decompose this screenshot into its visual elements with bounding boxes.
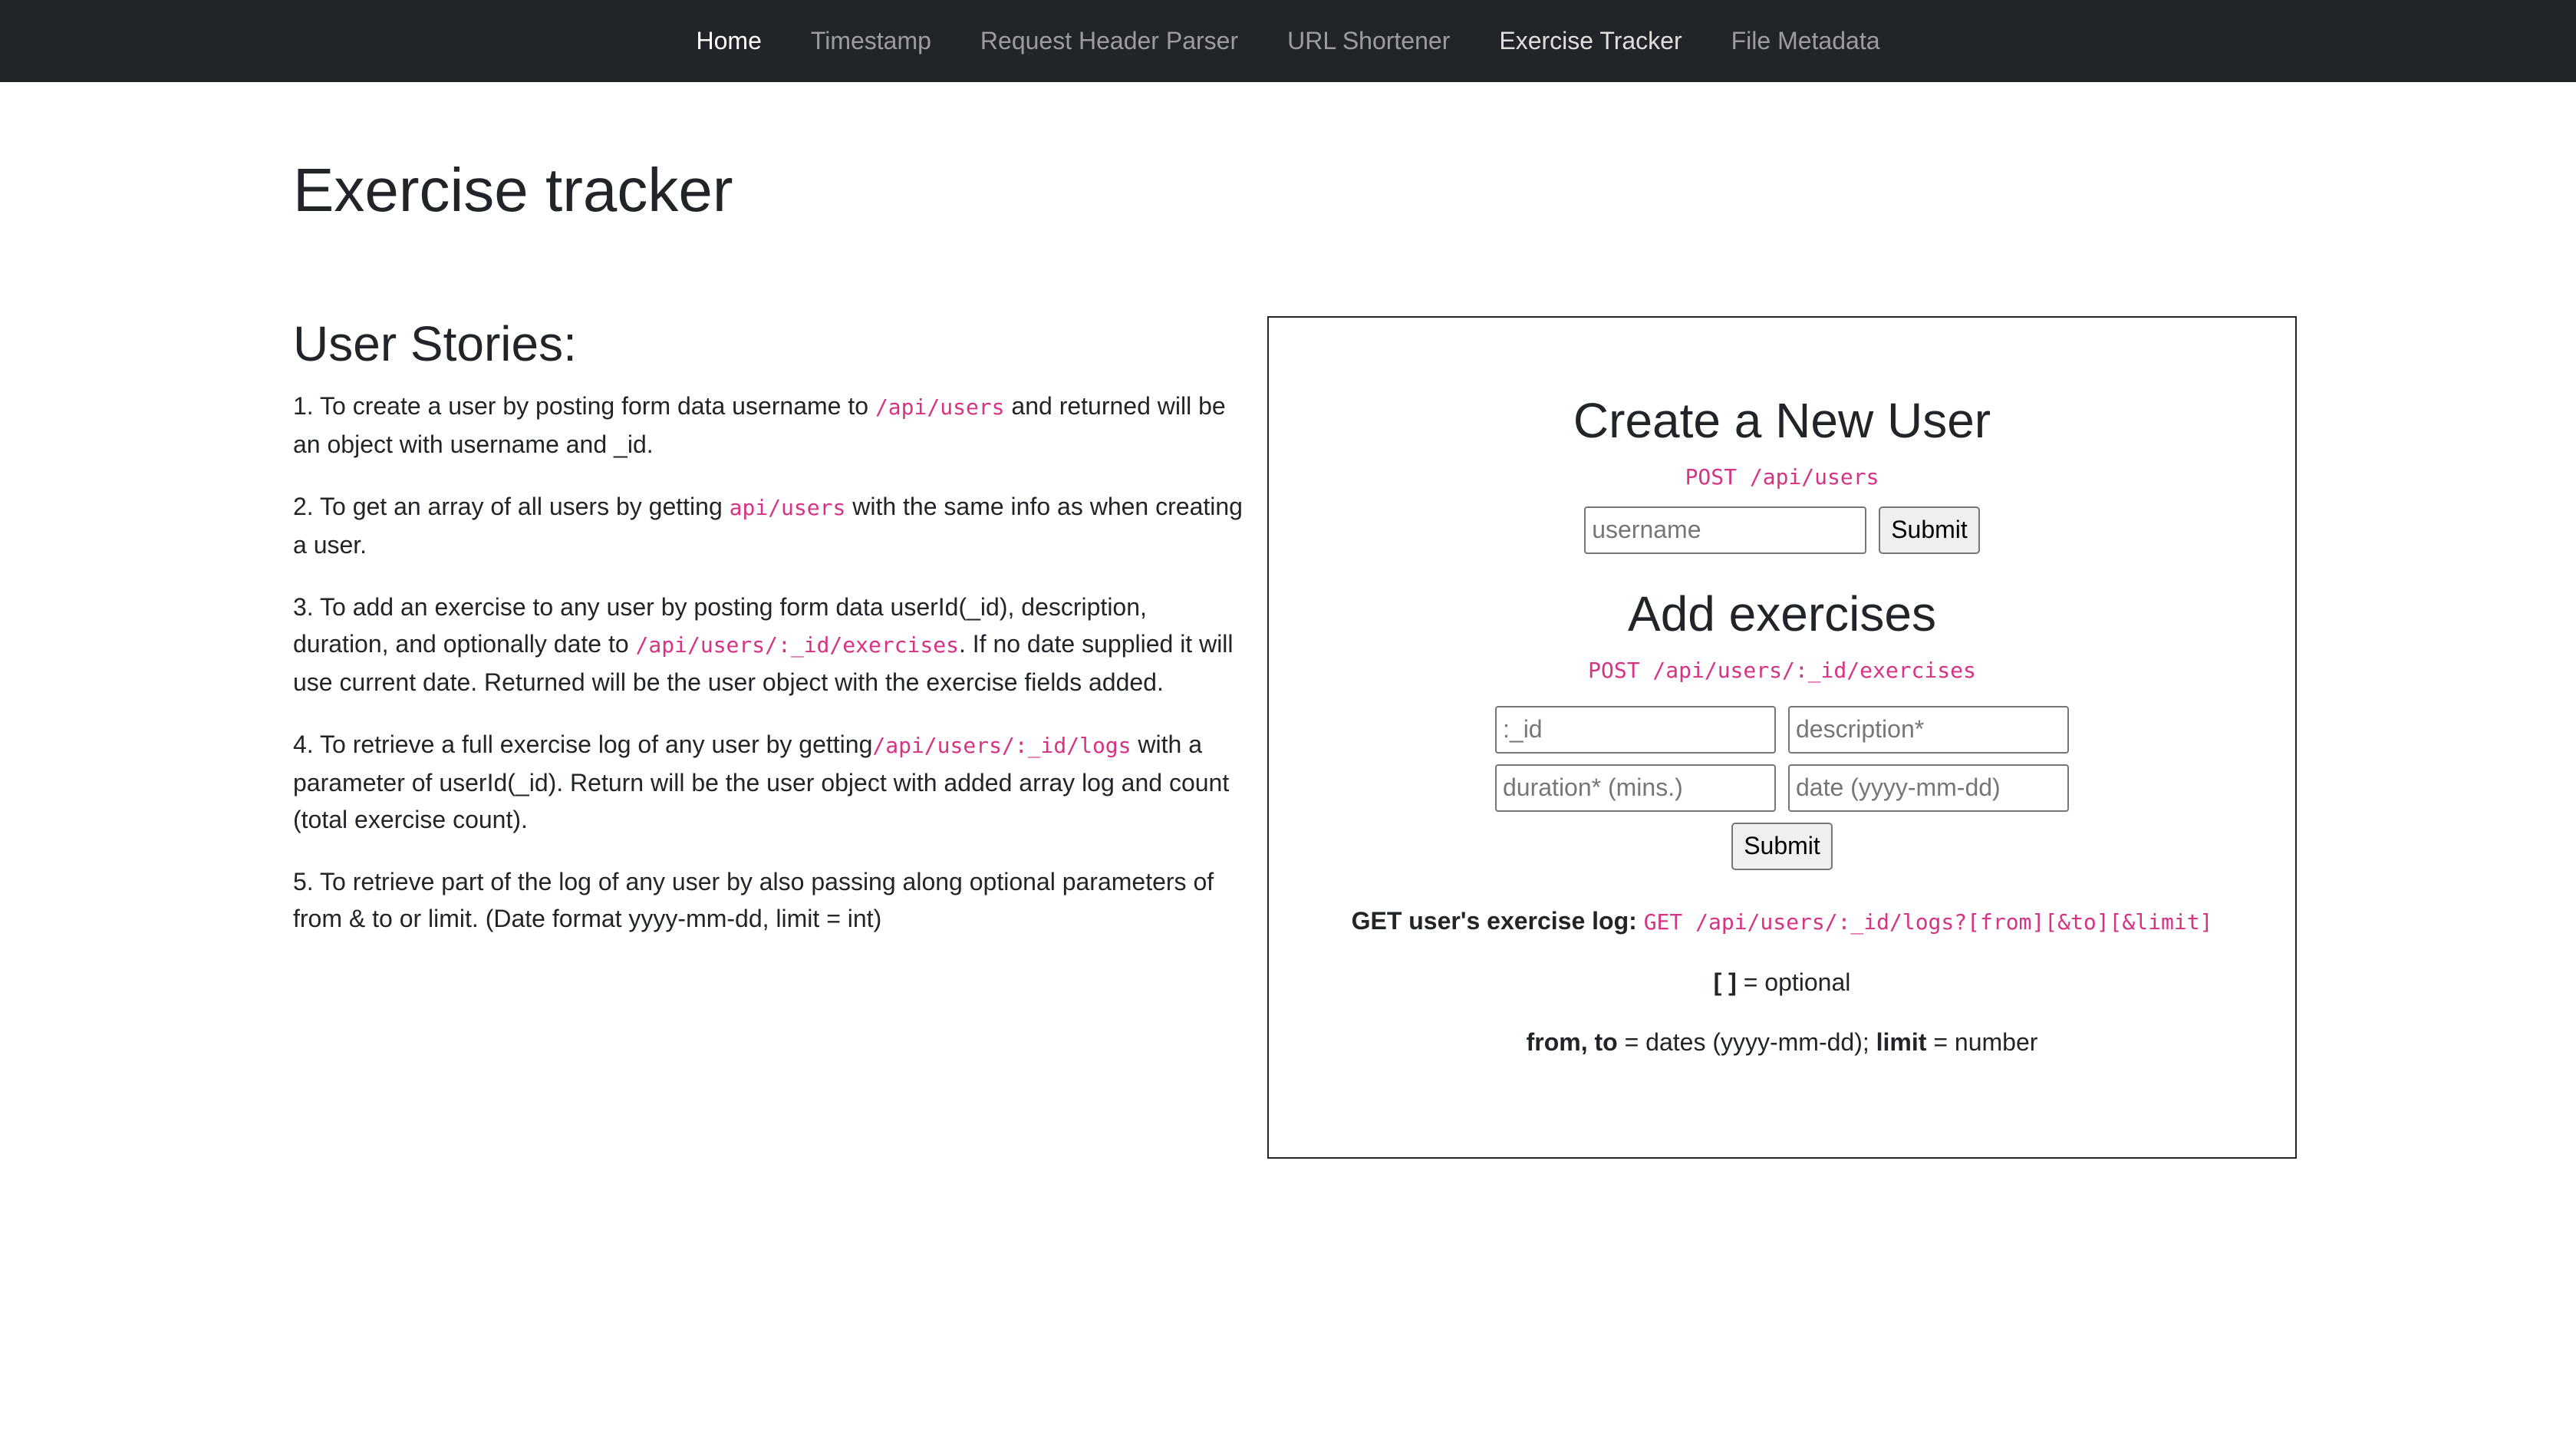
nav-item-home[interactable]: Home (672, 0, 786, 82)
story-item: 3. To add an exercise to any user by pos… (293, 589, 1244, 701)
date-input[interactable] (1788, 764, 2069, 812)
story-text: 4. To retrieve a full exercise log of an… (293, 730, 873, 758)
story-endpoint: /api/users/:_id/logs (872, 732, 1132, 758)
story-endpoint: api/users (729, 494, 846, 520)
params-limit: limit (1876, 1027, 1927, 1056)
exercise-log-endpoint: GET /api/users/:_id/logs?[from][&to][&li… (1643, 909, 2213, 935)
create-user-form: Create a New User POST /api/users Submit (1269, 391, 2295, 554)
story-item: 2. To get an array of all users by getti… (293, 488, 1244, 563)
optional-note: [ ] = optional (1269, 964, 2295, 1001)
exercise-row-1 (1269, 705, 2295, 754)
user-stories-heading: User Stories: (293, 316, 577, 371)
exercise-log-info: GET user's exercise log: GET /api/users/… (1269, 902, 2295, 941)
user-stories-section: User Stories: 1. To create a user by pos… (293, 315, 1244, 962)
nav-item-timestamp[interactable]: Timestamp (786, 0, 956, 82)
add-exercise-endpoint: POST /api/users/:_id/exercises (1588, 657, 1976, 683)
create-user-endpoint: POST /api/users (1685, 463, 1879, 490)
nav-item-file-metadata[interactable]: File Metadata (1707, 0, 1905, 82)
create-user-row: Submit (1269, 506, 2295, 554)
user-id-input[interactable] (1495, 705, 1776, 754)
params-dates-text: = dates (yyyy-mm-dd); (1617, 1027, 1876, 1056)
optional-brackets: [ ] (1713, 968, 1737, 996)
username-input[interactable] (1584, 506, 1867, 554)
story-text: 2. To get an array of all users by getti… (293, 492, 730, 520)
duration-input[interactable] (1495, 764, 1776, 812)
nav-item-url-shortener[interactable]: URL Shortener (1263, 0, 1474, 82)
story-item: 5. To retrieve part of the log of any us… (293, 863, 1244, 937)
story-text: 1. To create a user by posting form data… (293, 391, 875, 420)
nav-item-request-header-parser[interactable]: Request Header Parser (956, 0, 1263, 82)
optional-text: = optional (1736, 968, 1851, 996)
story-endpoint: /api/users/:_id/exercises (635, 632, 959, 658)
exercise-row-2 (1269, 764, 2295, 812)
story-item: 4. To retrieve a full exercise log of an… (293, 726, 1244, 838)
story-text: 5. To retrieve part of the log of any us… (293, 867, 1214, 932)
add-exercise-heading: Add exercises (1628, 585, 1936, 641)
exercise-log-label: GET user's exercise log: (1351, 906, 1637, 935)
add-exercise-submit-button[interactable]: Submit (1731, 822, 1833, 870)
page-title: Exercise tracker (293, 156, 733, 224)
params-number-text: = number (1926, 1027, 2038, 1056)
top-navbar: Home Timestamp Request Header Parser URL… (0, 0, 2576, 82)
add-exercise-form: Add exercises POST /api/users/:_id/exerc… (1269, 585, 2295, 870)
create-user-heading: Create a New User (1573, 393, 1991, 448)
exercise-submit-row: Submit (1269, 822, 2295, 870)
nav-list: Home Timestamp Request Header Parser URL… (672, 0, 1905, 82)
story-item: 1. To create a user by posting form data… (293, 388, 1244, 463)
params-note: from, to = dates (yyyy-mm-dd); limit = n… (1269, 1024, 2295, 1060)
forms-panel: Create a New User POST /api/users Submit… (1267, 316, 2297, 1159)
nav-item-exercise-tracker[interactable]: Exercise Tracker (1474, 0, 1706, 82)
story-endpoint: /api/users (875, 394, 1005, 420)
description-input[interactable] (1788, 705, 2069, 754)
create-user-submit-button[interactable]: Submit (1879, 506, 1980, 554)
params-from-to: from, to (1526, 1027, 1618, 1056)
